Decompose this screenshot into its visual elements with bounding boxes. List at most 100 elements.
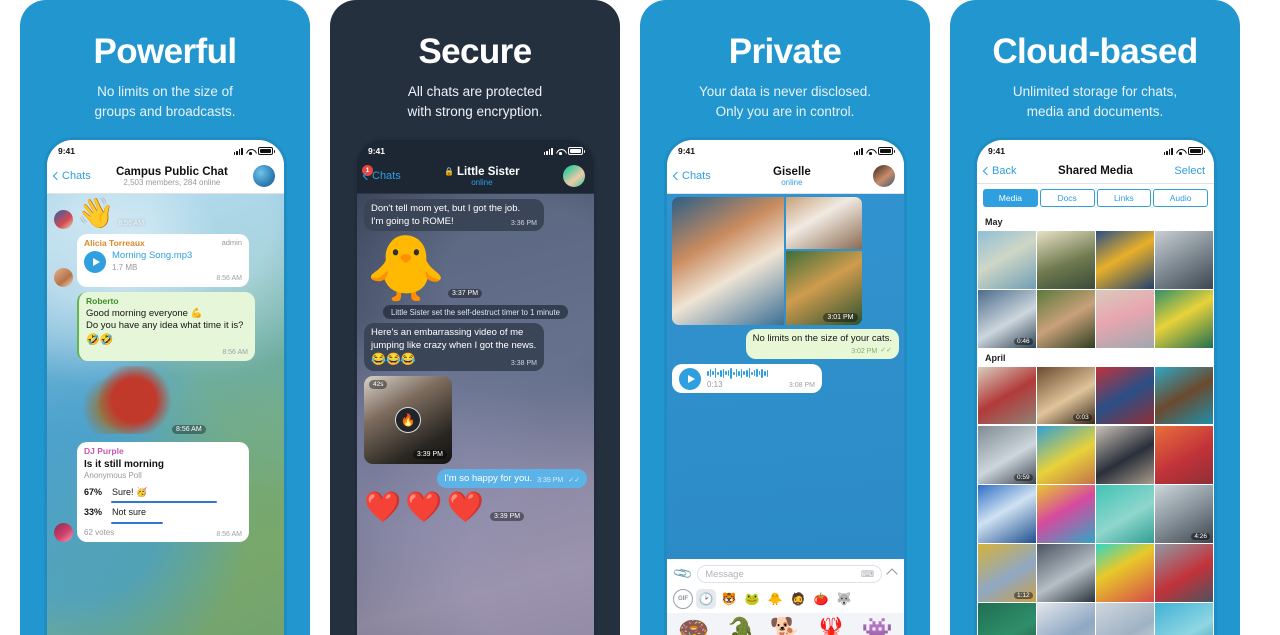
notch: [1052, 140, 1139, 155]
sticker-tab-3[interactable]: 🐸: [742, 589, 762, 609]
media-thumbnail[interactable]: [1037, 544, 1095, 602]
media-thumbnail[interactable]: [978, 366, 1036, 425]
tab-docs[interactable]: Docs: [1039, 189, 1095, 207]
back-button[interactable]: Chats: [672, 170, 711, 182]
sticker-tab-gif[interactable]: GIF: [673, 589, 693, 609]
media-thumbnail[interactable]: [1037, 603, 1095, 635]
play-icon[interactable]: [84, 250, 106, 273]
message-input-placeholder: Message: [705, 568, 744, 580]
sticker[interactable]: 👋: [77, 199, 114, 229]
sticker-item[interactable]: 🐕: [770, 617, 801, 635]
wifi-icon: [866, 148, 875, 155]
media-thumbnail[interactable]: 1:12: [978, 544, 1036, 602]
message-bubble[interactable]: Don't tell mom yet, but I got the job. I…: [364, 199, 544, 232]
avatar[interactable]: [54, 210, 73, 229]
media-thumbnail[interactable]: [1155, 603, 1213, 635]
media-thumbnail[interactable]: [1155, 366, 1213, 425]
play-icon[interactable]: [679, 368, 701, 391]
poll-option[interactable]: 67% Sure! 🥳: [84, 487, 242, 504]
message-text-job: Don't tell mom yet, but I got the job. I…: [364, 199, 587, 232]
self-destruct-video[interactable]: 42s 🔥 3:39 PM: [364, 375, 452, 464]
message-input[interactable]: Message ⌨: [697, 565, 882, 583]
message-bubble[interactable]: 0:13 3:08 PM: [672, 363, 822, 394]
media-thumbnail[interactable]: 4:26: [1155, 485, 1213, 543]
sticker-tab-recent[interactable]: 🕑: [696, 589, 716, 609]
sticker-tab-7[interactable]: 🐺: [834, 589, 854, 609]
chat-avatar[interactable]: [563, 165, 585, 187]
media-thumbnail[interactable]: [1155, 425, 1213, 484]
sticker-tab-5[interactable]: 🧔: [788, 589, 808, 609]
media-thumbnail[interactable]: 0:59: [978, 425, 1036, 484]
keyboard-icon[interactable]: ⌨: [861, 569, 874, 580]
sticker-tab-2[interactable]: 🐯: [719, 589, 739, 609]
media-thumbnail[interactable]: [1037, 290, 1095, 348]
attach-icon[interactable]: 📎: [672, 563, 694, 585]
back-button[interactable]: Back: [982, 165, 1016, 177]
media-thumbnail[interactable]: [1096, 425, 1154, 484]
chat-header-info[interactable]: 🔒 Little Sister online: [401, 166, 563, 187]
chat-header-info[interactable]: Giselle online: [711, 166, 873, 187]
back-button[interactable]: 1 Chats: [362, 165, 401, 182]
tab-media[interactable]: Media: [983, 189, 1038, 207]
album-photo[interactable]: [785, 197, 862, 249]
media-thumbnail[interactable]: [1096, 603, 1154, 635]
media-thumbnail[interactable]: [1155, 290, 1213, 348]
sticker[interactable]: [84, 365, 189, 434]
read-receipt-icon: ✓✓: [568, 477, 580, 485]
poll-option[interactable]: 33% Not sure: [84, 507, 242, 525]
media-thumbnail[interactable]: [1096, 485, 1154, 543]
message-bubble[interactable]: No limits on the size of your cats. 3:02…: [745, 329, 899, 359]
sticker-item[interactable]: 🐊: [724, 617, 755, 635]
tab-links[interactable]: Links: [1096, 189, 1152, 207]
sticker-item[interactable]: 🦞: [816, 617, 847, 635]
message-bubble[interactable]: I'm so happy for you. 3:39 PM ✓✓: [437, 468, 587, 489]
media-thumbnail[interactable]: 0:03: [1037, 366, 1095, 425]
album-photo[interactable]: [672, 197, 784, 325]
media-thumbnail[interactable]: [1096, 290, 1154, 348]
message-bubble[interactable]: Here's an embarrassing video of me jumpi…: [364, 323, 544, 371]
sticker[interactable]: 🐥: [366, 236, 446, 300]
message-bubble[interactable]: DJ Purple Is it still morning Anonymous …: [77, 441, 249, 542]
signal-icon: [233, 147, 243, 155]
media-thumbnail[interactable]: [1155, 231, 1213, 289]
voice-message[interactable]: 0:13 3:08 PM: [679, 367, 815, 391]
back-label: Chats: [682, 170, 711, 182]
wifi-icon: [556, 148, 565, 155]
media-thumbnail[interactable]: [978, 603, 1036, 635]
media-thumbnail[interactable]: [1155, 544, 1213, 602]
message-time: 3:39 PM: [412, 449, 447, 459]
chat-avatar[interactable]: [253, 165, 275, 187]
avatar[interactable]: [54, 522, 73, 542]
media-thumbnail[interactable]: [1037, 231, 1095, 289]
media-thumbnail[interactable]: [978, 231, 1036, 289]
message-bubble[interactable]: Roberto Good morning everyone 💪 Do you h…: [77, 291, 255, 361]
media-thumbnail[interactable]: [1096, 544, 1154, 602]
back-button[interactable]: Chats: [52, 170, 91, 182]
media-thumbnail[interactable]: [978, 485, 1036, 543]
sticker[interactable]: ❤️❤️❤️: [364, 493, 488, 523]
chevron-up-icon[interactable]: [886, 568, 898, 580]
tab-audio[interactable]: Audio: [1153, 189, 1208, 207]
photo-album[interactable]: 3:01 PM: [672, 197, 862, 325]
sticker-item[interactable]: 👾: [862, 617, 893, 635]
message-outgoing-cats: No limits on the size of your cats. 3:02…: [672, 329, 899, 359]
media-thumbnail[interactable]: [1037, 485, 1095, 543]
section-month-may: May: [977, 212, 1214, 231]
media-thumbnail[interactable]: 0:46: [978, 290, 1036, 348]
chat-avatar[interactable]: [873, 165, 895, 187]
chat-header-info[interactable]: Campus Public Chat 2,503 members, 284 on…: [91, 166, 253, 187]
album-photo[interactable]: 3:01 PM: [785, 250, 862, 325]
avatar[interactable]: [54, 267, 73, 287]
sticker-tab-6[interactable]: 🍅: [811, 589, 831, 609]
select-button[interactable]: Select: [1174, 165, 1205, 177]
audio-attachment[interactable]: Morning Song.mp3 1.7 MB: [84, 250, 242, 273]
media-thumbnail[interactable]: [1037, 425, 1095, 484]
media-thumbnail[interactable]: [1096, 231, 1154, 289]
message-bubble[interactable]: Alicia Torreaux admin Morning Song.mp3 1…: [77, 234, 249, 287]
self-destruct-icon[interactable]: 🔥: [395, 406, 421, 433]
sticker-item[interactable]: 🍩: [678, 617, 709, 635]
media-thumbnail[interactable]: [1096, 366, 1154, 425]
sticker-tab-4[interactable]: 🐥: [765, 589, 785, 609]
status-icons: [1163, 147, 1205, 155]
message-sender: Roberto: [86, 295, 119, 306]
